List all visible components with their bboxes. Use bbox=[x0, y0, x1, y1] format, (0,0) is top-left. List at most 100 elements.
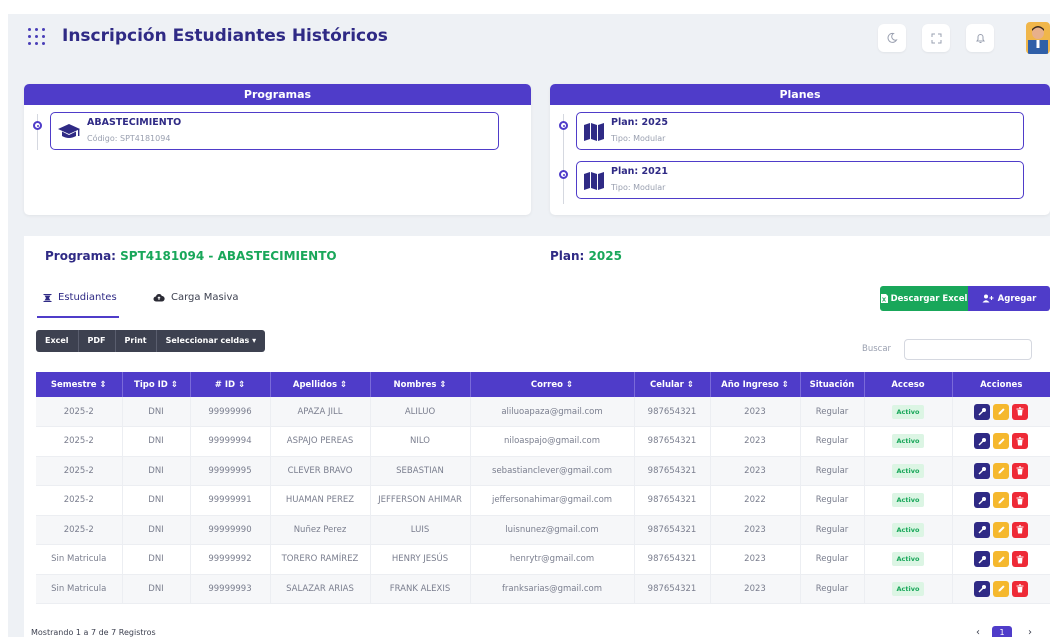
status-badge: Activo bbox=[891, 522, 925, 537]
delete-button[interactable] bbox=[1012, 462, 1028, 479]
key-icon bbox=[978, 555, 986, 564]
cell-correo: jeffersonahimar@gmail.com bbox=[470, 485, 635, 516]
access-key-button[interactable] bbox=[974, 492, 990, 509]
cell-situacion: Regular bbox=[800, 515, 865, 545]
top-bar: Inscripción Estudiantes Históricos bbox=[8, 14, 1050, 66]
key-icon bbox=[978, 526, 986, 534]
search-label: Buscar bbox=[862, 344, 892, 354]
cell-tipo: DNI bbox=[122, 515, 191, 545]
cell-id: 99999995 bbox=[190, 456, 271, 486]
delete-button[interactable] bbox=[1012, 433, 1028, 450]
cell-correo: aliluoapaza@gmail.com bbox=[470, 397, 635, 427]
cell-semestre: 2025-2 bbox=[36, 456, 123, 486]
notifications-button[interactable] bbox=[966, 24, 994, 52]
column-header-celular[interactable]: Celular ⇕ bbox=[634, 372, 711, 397]
key-icon bbox=[978, 496, 986, 505]
column-header-id[interactable]: # ID ⇕ bbox=[190, 372, 271, 397]
graduation-cap-icon bbox=[58, 124, 80, 138]
edit-button[interactable] bbox=[993, 580, 1009, 597]
plan-name: Plan: 2021 bbox=[611, 166, 668, 177]
column-header-apellidos[interactable]: Apellidos ⇕ bbox=[270, 372, 371, 397]
cell-ingreso: 2023 bbox=[710, 426, 801, 457]
pagination-next[interactable]: › bbox=[1028, 627, 1032, 637]
pencil-icon bbox=[998, 408, 1005, 415]
column-header-semestre[interactable]: Semestre ⇕ bbox=[36, 372, 123, 397]
page: Inscripción Estudiantes Históricos Progr… bbox=[0, 0, 1050, 637]
export-pdf-button[interactable]: PDF bbox=[78, 330, 116, 352]
plan-item-2021[interactable]: Plan: 2021 Tipo: Modular bbox=[576, 161, 1024, 199]
column-header-situacion: Situación bbox=[800, 372, 865, 397]
tab-carga-masiva[interactable]: Carga Masiva bbox=[153, 292, 239, 303]
cell-nombres: NILO bbox=[370, 426, 471, 457]
programas-heading: Programas bbox=[24, 84, 531, 105]
delete-button[interactable] bbox=[1012, 521, 1028, 538]
cell-tipo: DNI bbox=[122, 574, 191, 604]
user-avatar[interactable] bbox=[1026, 22, 1050, 54]
cell-acciones bbox=[952, 426, 1050, 457]
table-row: 2025-2 DNI 99999996 APAZA JILL ALILUO aliluoa… bbox=[36, 397, 1050, 427]
pagination-current-page[interactable]: 1 bbox=[992, 626, 1012, 637]
fullscreen-button[interactable] bbox=[922, 24, 950, 52]
delete-button[interactable] bbox=[1012, 403, 1028, 420]
add-student-label: Agregar bbox=[997, 293, 1037, 304]
cell-semestre: 2025-2 bbox=[36, 397, 123, 427]
delete-button[interactable] bbox=[1012, 580, 1028, 597]
edit-button[interactable] bbox=[993, 521, 1009, 538]
programa-item-abastecimiento[interactable]: ABASTECIMIENTO Código: SPT4181094 bbox=[50, 112, 499, 150]
cell-id: 99999994 bbox=[190, 426, 271, 457]
cell-celular: 987654321 bbox=[634, 544, 711, 575]
cell-apellidos: Nuñez Perez bbox=[270, 515, 371, 545]
access-key-button[interactable] bbox=[974, 521, 990, 538]
tab-estudiantes-label: Estudiantes bbox=[58, 292, 117, 303]
access-key-button[interactable] bbox=[974, 433, 990, 450]
cell-apellidos: HUAMAN PEREZ bbox=[270, 485, 371, 516]
cell-situacion: Regular bbox=[800, 544, 865, 575]
cell-celular: 987654321 bbox=[634, 426, 711, 457]
column-header-tipo-id[interactable]: Tipo ID ⇕ bbox=[122, 372, 191, 397]
active-tab-indicator bbox=[37, 316, 119, 318]
cell-acceso: Activo bbox=[864, 485, 953, 516]
search-input[interactable] bbox=[904, 339, 1032, 360]
access-key-button[interactable] bbox=[974, 462, 990, 479]
expand-icon bbox=[931, 33, 941, 43]
dark-mode-button[interactable] bbox=[878, 24, 906, 52]
cell-id: 99999990 bbox=[190, 515, 271, 545]
delete-button[interactable] bbox=[1012, 492, 1028, 509]
pagination-prev[interactable]: ‹ bbox=[976, 627, 980, 637]
column-header-correo[interactable]: Correo ⇕ bbox=[470, 372, 635, 397]
print-button[interactable]: Print bbox=[115, 330, 157, 352]
edit-button[interactable] bbox=[993, 492, 1009, 509]
map-icon bbox=[584, 123, 604, 141]
download-excel-button[interactable]: Descargar Excel bbox=[880, 286, 968, 311]
cell-semestre: Sin Matricula bbox=[36, 544, 123, 575]
table-info: Mostrando 1 a 7 de 7 Registros bbox=[31, 628, 156, 637]
add-student-button[interactable]: Agregar bbox=[968, 286, 1050, 311]
status-badge: Activo bbox=[891, 493, 925, 508]
bell-icon bbox=[975, 34, 985, 43]
select-cells-dropdown[interactable]: Seleccionar celdas ▾ bbox=[156, 330, 266, 352]
table-row: 2025-2 DNI 99999990 Nuñez Perez LUIS luisnune… bbox=[36, 515, 1050, 545]
cell-correo: franksarias@gmail.com bbox=[470, 574, 635, 604]
planes-heading: Planes bbox=[550, 84, 1050, 105]
delete-button[interactable] bbox=[1012, 551, 1028, 568]
edit-button[interactable] bbox=[993, 462, 1009, 479]
plan-item-2025[interactable]: Plan: 2025 Tipo: Modular bbox=[576, 112, 1024, 150]
access-key-button[interactable] bbox=[974, 580, 990, 597]
cell-id: 99999993 bbox=[190, 574, 271, 604]
access-key-button[interactable] bbox=[974, 403, 990, 420]
access-key-button[interactable] bbox=[974, 551, 990, 568]
edit-button[interactable] bbox=[993, 403, 1009, 420]
column-header-ano-ingreso[interactable]: Año Ingreso ⇕ bbox=[710, 372, 801, 397]
export-excel-button[interactable]: Excel bbox=[36, 330, 79, 352]
cell-nombres: HENRY JESÚS bbox=[370, 544, 471, 575]
edit-button[interactable] bbox=[993, 433, 1009, 450]
column-header-nombres[interactable]: Nombres ⇕ bbox=[370, 372, 471, 397]
edit-button[interactable] bbox=[993, 551, 1009, 568]
pencil-icon bbox=[998, 585, 1005, 592]
tab-estudiantes[interactable]: Estudiantes bbox=[43, 292, 117, 303]
apps-grid-icon[interactable] bbox=[28, 28, 46, 46]
cell-ingreso: 2023 bbox=[710, 456, 801, 486]
trash-icon bbox=[1016, 584, 1024, 593]
plan-type: Tipo: Modular bbox=[611, 183, 666, 192]
cell-nombres: LUIS bbox=[370, 515, 471, 545]
